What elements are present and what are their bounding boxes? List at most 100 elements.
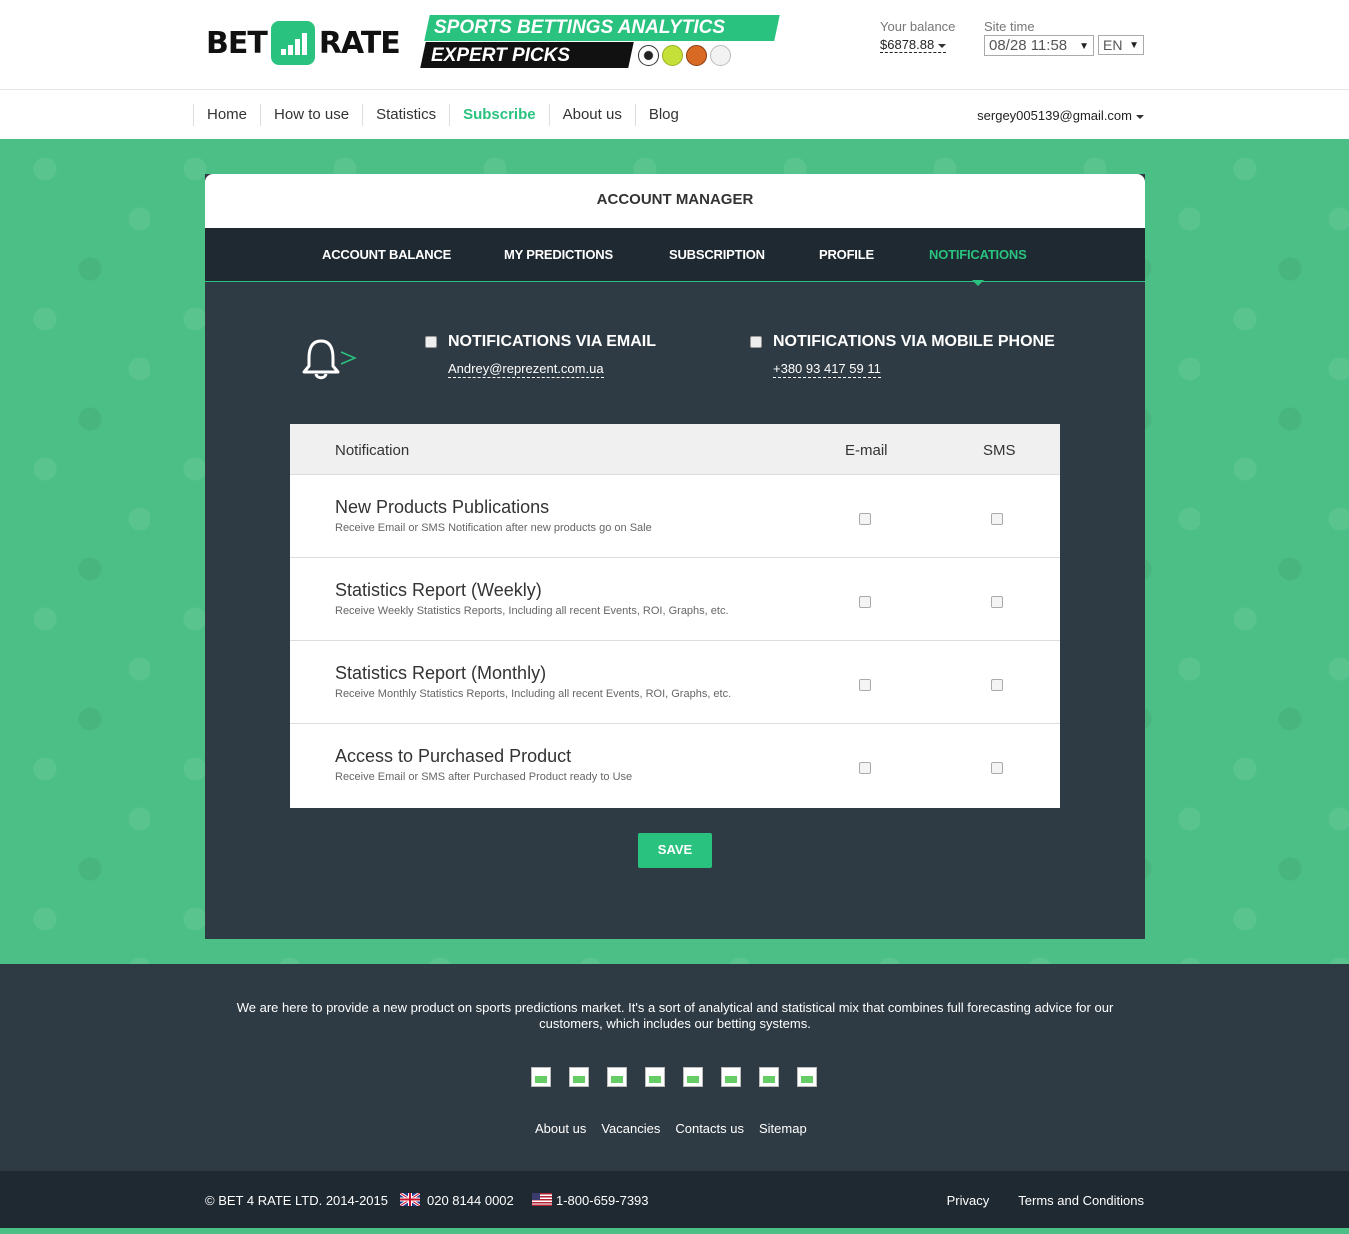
email-notifications-checkbox[interactable] <box>425 336 437 348</box>
user-email: sergey005139@gmail.com <box>977 108 1132 123</box>
nav-item-home[interactable]: Home <box>193 104 260 126</box>
footer-link-vacancies[interactable]: Vacancies <box>601 1121 660 1136</box>
active-tab-pointer <box>972 280 984 286</box>
account-tabs: ACCOUNT BALANCE MY PREDICTIONS SUBSCRIPT… <box>205 228 1145 282</box>
nav-items: Home How to use Statistics Subscribe Abo… <box>193 104 692 126</box>
tab-profile[interactable]: PROFILE <box>819 247 874 262</box>
site-time-select[interactable]: 08/28 11:58 ▼ <box>984 35 1094 56</box>
sms-checkbox[interactable] <box>991 513 1003 525</box>
row-description: Receive Email or SMS Notification after … <box>335 522 652 534</box>
social-image-icon[interactable] <box>797 1067 817 1087</box>
social-image-icon[interactable] <box>721 1067 741 1087</box>
phone-us: 1-800-659-7393 <box>556 1193 649 1208</box>
social-image-icon[interactable] <box>645 1067 665 1087</box>
sms-checkbox[interactable] <box>991 596 1003 608</box>
phone-uk: 020 8144 0002 <box>427 1193 514 1208</box>
social-image-icon[interactable] <box>683 1067 703 1087</box>
social-image-icon[interactable] <box>531 1067 551 1087</box>
panel-title: ACCOUNT MANAGER <box>596 191 754 208</box>
language-select[interactable]: EN ▼ <box>1098 35 1144 55</box>
tennis-ball-icon <box>662 45 683 66</box>
table-row: Statistics Report (Weekly) Receive Weekl… <box>290 558 1060 641</box>
logo-text-right: RATE <box>318 25 401 61</box>
account-manager-panel: ACCOUNT MANAGER ACCOUNT BALANCE MY PREDI… <box>205 174 1145 939</box>
row-title: New Products Publications <box>335 497 550 517</box>
uk-flag-icon <box>399 1191 421 1208</box>
phone-notifications-label: NOTIFICATIONS VIA MOBILE PHONE <box>773 333 1055 350</box>
footer-about-text: We are here to provide a new product on … <box>236 1000 1114 1031</box>
tagline-primary: SPORTS BETTINGS ANALYTICS <box>434 17 726 38</box>
chevron-down-icon <box>938 43 947 48</box>
nav-item-blog[interactable]: Blog <box>634 104 692 126</box>
footer-links: About us Vacancies Contacts us Sitemap <box>535 1121 807 1136</box>
main-nav: Home How to use Statistics Subscribe Abo… <box>0 91 1349 139</box>
select-arrow-icon: ▼ <box>1129 40 1139 51</box>
nav-item-subscribe[interactable]: Subscribe <box>449 104 549 126</box>
email-notifications-label: NOTIFICATIONS VIA EMAIL <box>448 333 656 350</box>
tagline-secondary: EXPERT PICKS <box>431 45 571 66</box>
column-header-email: E-mail <box>845 442 888 459</box>
email-checkbox[interactable] <box>859 513 871 525</box>
site-logo[interactable]: BET RATE <box>206 20 401 66</box>
email-checkbox[interactable] <box>859 596 871 608</box>
panel-header: ACCOUNT MANAGER <box>205 174 1145 228</box>
copyright: © BET 4 RATE LTD. 2014-2015 <box>205 1193 388 1208</box>
email-checkbox[interactable] <box>859 762 871 774</box>
table-row: Statistics Report (Monthly) Receive Mont… <box>290 641 1060 724</box>
footer-link-contacts-us[interactable]: Contacts us <box>675 1121 744 1136</box>
terms-link[interactable]: Terms and Conditions <box>1018 1193 1144 1208</box>
social-image-icon[interactable] <box>569 1067 589 1087</box>
balance-value: $6878.88 <box>880 37 935 52</box>
site-time-label: Site time <box>984 19 1035 34</box>
column-header-sms: SMS <box>983 442 1016 459</box>
social-image-icon[interactable] <box>759 1067 779 1087</box>
row-title: Statistics Report (Weekly) <box>335 580 542 600</box>
logo-text-left: BET <box>206 25 268 61</box>
column-header-notification: Notification <box>335 442 410 459</box>
select-arrow-icon: ▼ <box>1079 41 1089 52</box>
site-header: BET RATE SPORTS BETTINGS ANALYTICS EXPER… <box>0 0 1349 90</box>
site-footer: We are here to provide a new product on … <box>0 964 1349 1171</box>
sms-checkbox[interactable] <box>991 679 1003 691</box>
row-description: Receive Monthly Statistics Reports, Incl… <box>335 688 732 700</box>
footer-link-sitemap[interactable]: Sitemap <box>759 1121 807 1136</box>
chevron-down-icon <box>1136 114 1144 119</box>
row-title: Access to Purchased Product <box>335 746 572 766</box>
phone-notifications-checkbox[interactable] <box>750 336 762 348</box>
tab-subscription[interactable]: SUBSCRIPTION <box>669 247 765 262</box>
tab-my-predictions[interactable]: MY PREDICTIONS <box>504 247 613 262</box>
us-flag-icon <box>532 1193 552 1206</box>
balance-dropdown[interactable]: $6878.88 <box>880 37 947 53</box>
bell-icon <box>301 336 361 386</box>
user-menu[interactable]: sergey005139@gmail.com <box>977 108 1144 123</box>
nav-item-how-to-use[interactable]: How to use <box>260 104 362 126</box>
basketball-icon <box>686 45 707 66</box>
table-row: Access to Purchased Product Receive Emai… <box>290 724 1060 807</box>
tab-account-balance[interactable]: ACCOUNT BALANCE <box>322 247 451 262</box>
table-row: New Products Publications Receive Email … <box>290 475 1060 558</box>
social-image-icon[interactable] <box>607 1067 627 1087</box>
tab-notifications[interactable]: NOTIFICATIONS <box>929 247 1027 262</box>
sms-checkbox[interactable] <box>991 762 1003 774</box>
bottom-bar: © BET 4 RATE LTD. 2014-2015 020 8144 000… <box>0 1171 1349 1228</box>
baseball-icon <box>710 45 731 66</box>
sport-balls <box>638 45 731 66</box>
nav-item-about-us[interactable]: About us <box>548 104 635 126</box>
save-button[interactable]: SAVE <box>638 833 712 868</box>
language-value: EN <box>1103 37 1123 53</box>
notification-settings-table: Notification E-mail SMS New Products Pub… <box>290 424 1060 808</box>
row-description: Receive Weekly Statistics Reports, Inclu… <box>335 605 729 617</box>
nav-item-statistics[interactable]: Statistics <box>362 104 449 126</box>
notification-phone[interactable]: +380 93 417 59 11 <box>773 361 881 378</box>
table-header: Notification E-mail SMS <box>290 424 1060 475</box>
email-checkbox[interactable] <box>859 679 871 691</box>
privacy-link[interactable]: Privacy <box>947 1193 990 1208</box>
footer-link-about-us[interactable]: About us <box>535 1121 586 1136</box>
row-title: Statistics Report (Monthly) <box>335 663 547 683</box>
notification-email[interactable]: Andrey@reprezent.com.ua <box>448 361 604 378</box>
social-links <box>531 1067 817 1087</box>
soccer-ball-icon <box>638 45 659 66</box>
logo-mark-icon <box>270 21 315 65</box>
bottom-green-strip <box>0 1228 1349 1234</box>
balance-label: Your balance <box>880 19 956 34</box>
